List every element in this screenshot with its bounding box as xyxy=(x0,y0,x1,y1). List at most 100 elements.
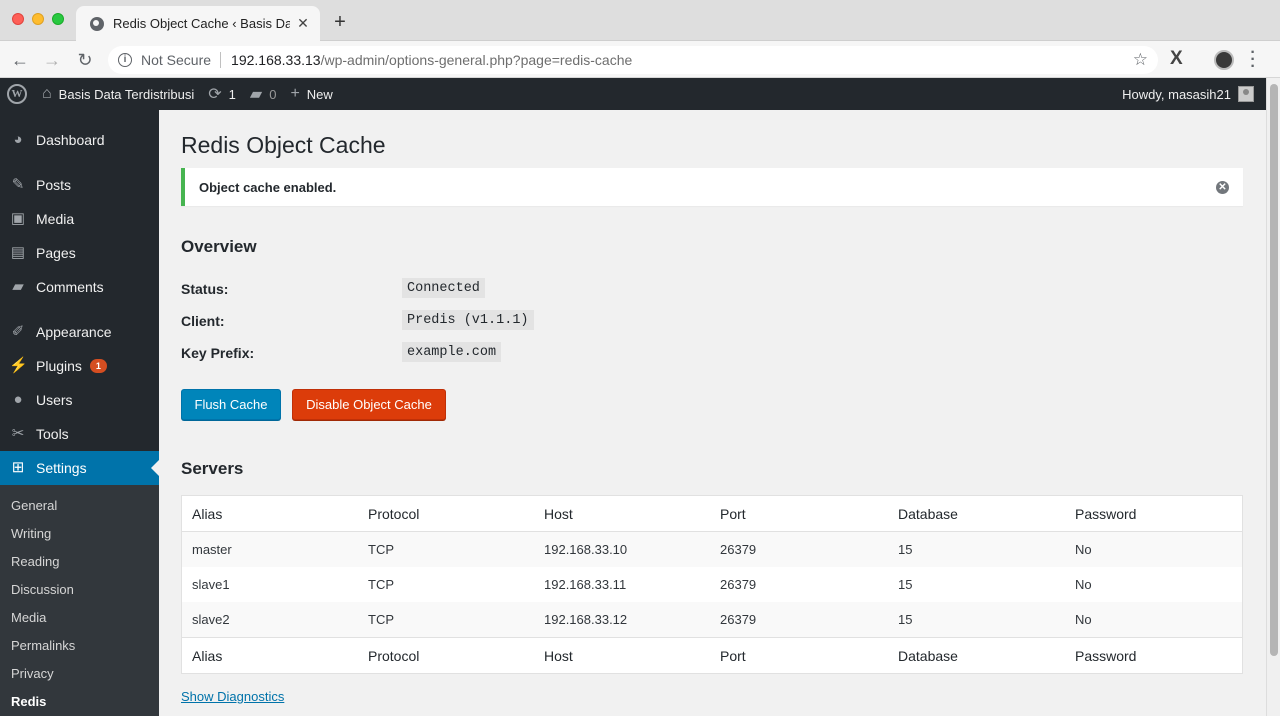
separator xyxy=(220,52,222,68)
show-diagnostics-link[interactable]: Show Diagnostics xyxy=(181,689,284,704)
submenu-item-writing[interactable]: Writing xyxy=(11,526,51,541)
plugin-icon: ⚡ xyxy=(9,357,28,374)
sidebar-item-media[interactable]: ▣ Media xyxy=(0,202,159,236)
submenu-item-privacy[interactable]: Privacy xyxy=(11,666,54,681)
comment-icon: ▰ xyxy=(249,86,263,103)
info-icon[interactable]: i xyxy=(118,53,132,67)
submenu-item-reading[interactable]: Reading xyxy=(11,554,59,569)
plus-icon: + xyxy=(290,85,300,102)
sidebar-item-label: Dashboard xyxy=(36,132,105,148)
cell-host: 192.168.33.10 xyxy=(544,542,628,557)
submenu-item-redis[interactable]: Redis xyxy=(11,694,46,709)
settings-submenu: General Writing Reading Discussion Media… xyxy=(0,485,159,716)
page-scrollbar[interactable] xyxy=(1266,78,1280,716)
url-host: 192.168.33.13 xyxy=(231,52,321,68)
sidebar-item-dashboard[interactable]: ◕ Dashboard xyxy=(0,123,159,157)
extension-x-icon[interactable]: X xyxy=(1170,48,1183,70)
new-tab-button[interactable]: + xyxy=(330,11,350,33)
flush-cache-button[interactable]: Flush Cache xyxy=(181,389,281,420)
cell-alias: master xyxy=(192,542,232,557)
submenu-item-general[interactable]: General xyxy=(11,498,57,513)
table-header-row: Alias Protocol Host Port Database Passwo… xyxy=(182,496,1242,532)
submenu-item-media[interactable]: Media xyxy=(11,610,46,625)
key-prefix-value: example.com xyxy=(402,342,502,362)
cell-protocol: TCP xyxy=(368,577,394,592)
success-notice: Object cache enabled. ✕ xyxy=(181,168,1243,206)
browser-tab[interactable]: Redis Object Cache ‹ Basis Data ✕ xyxy=(76,6,320,41)
column-header-protocol: Protocol xyxy=(368,505,420,522)
sidebar-item-tools[interactable]: ✂ Tools xyxy=(0,417,159,451)
sidebar-item-label: Settings xyxy=(36,460,87,476)
forward-arrow-icon[interactable]: → xyxy=(42,50,62,70)
sidebar-item-settings[interactable]: ⊞ Settings xyxy=(0,451,159,485)
status-label: Status: xyxy=(181,281,229,297)
scrollbar-thumb[interactable] xyxy=(1270,84,1278,656)
maximize-window-button[interactable] xyxy=(52,13,64,25)
comments-link[interactable]: ▰ 0 xyxy=(250,84,277,104)
user-icon: ● xyxy=(13,391,23,408)
wordpress-logo-icon[interactable]: W xyxy=(7,84,27,104)
dismiss-notice-icon[interactable]: ✕ xyxy=(1216,181,1229,194)
settings-icon: ⊞ xyxy=(11,459,25,476)
admin-sidebar: ◕ Dashboard ✎ Posts ▣ Media ▤ Pages ▰ Co… xyxy=(0,110,159,716)
submenu-item-discussion[interactable]: Discussion xyxy=(11,582,74,597)
updates-count: 1 xyxy=(228,86,236,102)
cell-alias: slave1 xyxy=(192,577,230,592)
updates-link[interactable]: ⟳ 1 xyxy=(208,84,236,104)
table-footer-row: Alias Protocol Host Port Database Passwo… xyxy=(182,637,1242,673)
profile-avatar-icon[interactable] xyxy=(1214,50,1234,70)
brush-icon: ✐ xyxy=(11,323,25,340)
column-header-password: Password xyxy=(1075,505,1137,522)
new-label: New xyxy=(306,86,333,102)
column-footer-host: Host xyxy=(544,647,573,664)
sidebar-item-plugins[interactable]: ⚡ Plugins 1 xyxy=(0,349,159,383)
sidebar-item-label: Posts xyxy=(36,177,72,193)
cell-alias: slave2 xyxy=(192,612,230,627)
avatar xyxy=(1238,86,1254,102)
column-header-host: Host xyxy=(544,505,573,522)
plugins-update-badge: 1 xyxy=(89,359,107,373)
cell-protocol: TCP xyxy=(368,612,394,627)
sidebar-item-label: Users xyxy=(36,392,73,408)
comment-icon: ▰ xyxy=(12,278,24,295)
wp-admin-bar: W ⌂ Basis Data Terdistribusi ⟳ 1 ▰ 0 + N… xyxy=(0,78,1266,110)
reload-icon[interactable]: ↻ xyxy=(75,50,95,70)
cell-host: 192.168.33.11 xyxy=(544,577,627,592)
home-icon: ⌂ xyxy=(42,85,52,102)
globe-icon xyxy=(90,16,104,31)
howdy-text: Howdy, masasih21 xyxy=(1122,86,1231,102)
main-content: Redis Object Cache Object cache enabled.… xyxy=(159,110,1266,716)
disable-object-cache-button[interactable]: Disable Object Cache xyxy=(292,389,446,420)
minimize-window-button[interactable] xyxy=(32,13,44,25)
servers-table: Alias Protocol Host Port Database Passwo… xyxy=(181,495,1243,674)
submenu-item-permalinks[interactable]: Permalinks xyxy=(11,638,75,653)
security-label: Not Secure xyxy=(141,52,212,68)
wrench-icon: ✂ xyxy=(11,425,25,442)
bookmark-star-icon[interactable]: ☆ xyxy=(1133,50,1148,70)
sidebar-item-users[interactable]: ● Users xyxy=(0,383,159,417)
notice-text: Object cache enabled. xyxy=(199,180,337,195)
sidebar-item-label: Comments xyxy=(36,279,104,295)
close-window-button[interactable] xyxy=(12,13,24,25)
cell-database: 15 xyxy=(898,542,913,557)
key-prefix-label: Key Prefix: xyxy=(181,345,255,361)
sidebar-item-pages[interactable]: ▤ Pages xyxy=(0,236,159,270)
address-bar[interactable]: i Not Secure 192.168.33.13/wp-admin/opti… xyxy=(108,46,1158,74)
menu-kebab-icon[interactable]: · · · xyxy=(1249,45,1257,75)
site-name: Basis Data Terdistribusi xyxy=(58,86,195,102)
close-tab-icon[interactable]: ✕ xyxy=(296,15,310,32)
account-menu[interactable]: Howdy, masasih21 xyxy=(1122,78,1254,110)
new-content-link[interactable]: + New xyxy=(290,85,332,103)
sidebar-item-label: Pages xyxy=(36,245,76,261)
back-arrow-icon[interactable]: ← xyxy=(10,50,30,70)
browser-toolbar: ← → ↻ i Not Secure 192.168.33.13/wp-admi… xyxy=(0,41,1280,78)
sidebar-item-appearance[interactable]: ✐ Appearance xyxy=(0,315,159,349)
pin-icon: ✎ xyxy=(11,176,25,193)
overview-heading: Overview xyxy=(181,237,257,256)
site-name-link[interactable]: ⌂ Basis Data Terdistribusi xyxy=(42,85,194,103)
servers-heading: Servers xyxy=(181,459,244,478)
sidebar-item-posts[interactable]: ✎ Posts xyxy=(0,168,159,202)
sidebar-item-comments[interactable]: ▰ Comments xyxy=(0,270,159,304)
dashboard-icon: ◕ xyxy=(13,131,23,148)
cell-port: 26379 xyxy=(720,612,757,627)
